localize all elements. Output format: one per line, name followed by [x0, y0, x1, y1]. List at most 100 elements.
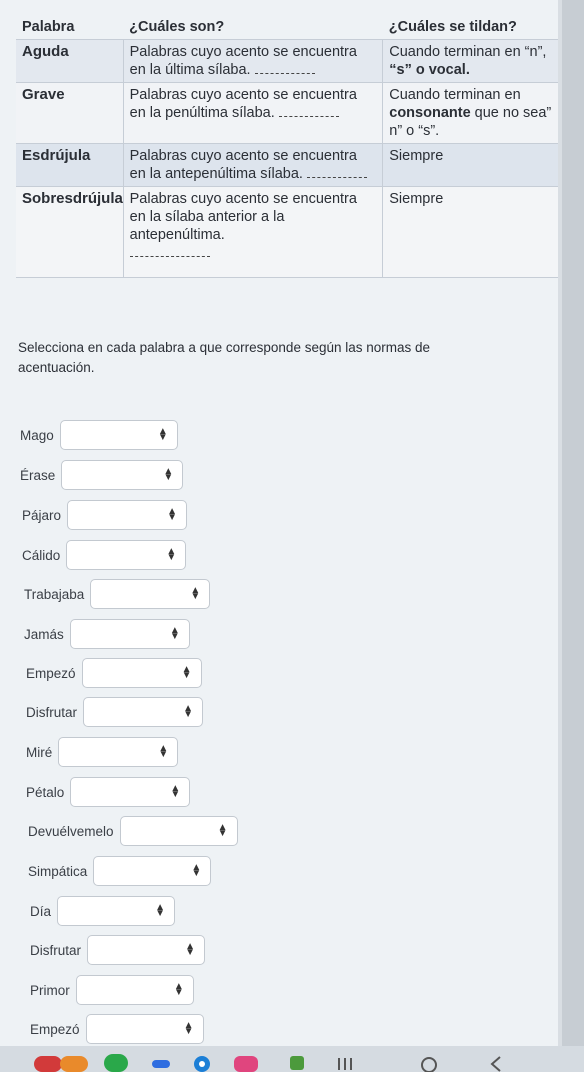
select-arrows-icon: ▲ ▼	[185, 941, 196, 958]
table-header: ¿Cuáles se tildan?	[388, 19, 517, 35]
app-circle-icon[interactable]	[190, 1054, 218, 1072]
question-disfrutar: Disfrutar ▲ ▼	[26, 697, 204, 727]
select-arrows-icon: ▲ ▼	[158, 743, 169, 760]
app-pink-icon[interactable]	[234, 1054, 262, 1072]
rule-word: Grave	[16, 82, 124, 144]
question-primor: Primor ▲ ▼	[30, 975, 194, 1005]
question-jamas: Jamás ▲ ▼	[24, 619, 190, 649]
app-blue-dot-icon[interactable]	[148, 1054, 176, 1072]
answer-select[interactable]: ▲ ▼	[69, 619, 190, 649]
back-icon[interactable]	[486, 1054, 506, 1072]
answer-select[interactable]: ▲ ▼	[93, 856, 212, 886]
rule-description: Palabras cuyo acento se encuentra en la …	[122, 39, 383, 83]
question-label: Día	[30, 903, 52, 919]
question-empezo-2: Empezó ▲ ▼	[30, 1014, 204, 1044]
question-label: Disfrutar	[26, 704, 78, 720]
question-label: Trabajaba	[24, 586, 85, 602]
page: Palabra ¿Cuáles son? ¿Cuáles se tildan? …	[0, 0, 560, 1060]
table-row: Aguda Palabras cuyo acento se encuentra …	[16, 39, 560, 83]
table-header: ¿Cuáles son?	[129, 19, 225, 35]
taskbar	[0, 1046, 584, 1072]
rule-description: Palabras cuyo acento se encuentra en la …	[122, 143, 383, 187]
syllable-blanks	[278, 108, 339, 117]
answer-select[interactable]: ▲ ▼	[75, 975, 194, 1005]
syllable-blanks	[306, 169, 367, 178]
rule-description: Palabras cuyo acento se encuentra en la …	[122, 186, 383, 278]
question-trabajaba: Trabajaba ▲ ▼	[24, 579, 211, 609]
app-green-icon[interactable]	[104, 1054, 132, 1072]
app-orange-icon[interactable]	[60, 1054, 90, 1072]
app-lock-icon[interactable]	[288, 1054, 308, 1072]
home-icon[interactable]	[418, 1054, 440, 1072]
question-erase: Érase ▲ ▼	[20, 460, 184, 490]
table-row: Sobresdrújula Palabras cuyo acento se en…	[16, 186, 560, 278]
select-arrows-icon: ▲ ▼	[191, 862, 202, 879]
rule-accent: Siempre	[382, 186, 560, 278]
question-label: Devuélvemelo	[28, 823, 114, 839]
question-pajaro: Pájaro ▲ ▼	[22, 500, 188, 530]
question-mago: Mago ▲ ▼	[20, 420, 178, 450]
select-arrows-icon: ▲ ▼	[190, 585, 201, 602]
instructions-text: Selecciona en cada palabra a que corresp…	[18, 340, 431, 375]
question-label: Pétalo	[26, 784, 65, 800]
table-row: Esdrújula Palabras cuyo acento se encuen…	[16, 143, 560, 187]
answer-select[interactable]: ▲ ▼	[90, 579, 211, 609]
question-calido: Cálido ▲ ▼	[22, 540, 187, 570]
table-header-row: Palabra ¿Cuáles son? ¿Cuáles se tildan?	[16, 12, 560, 40]
question-disfrutar-2: Disfrutar ▲ ▼	[30, 935, 206, 965]
table-row: Grave Palabras cuyo acento se encuentra …	[16, 82, 560, 144]
recents-icon[interactable]	[336, 1054, 356, 1072]
rule-word: Aguda	[16, 39, 124, 83]
question-mire: Miré ▲ ▼	[26, 737, 179, 767]
select-arrows-icon: ▲ ▼	[157, 426, 168, 443]
answer-select[interactable]: ▲ ▼	[85, 1014, 204, 1044]
device-bezel	[562, 0, 584, 1072]
question-label: Érase	[20, 467, 56, 483]
select-arrows-icon: ▲ ▼	[181, 664, 192, 681]
question-dia: Día ▲ ▼	[30, 896, 176, 926]
question-label: Empezó	[30, 1021, 80, 1037]
select-arrows-icon: ▲ ▼	[163, 466, 174, 483]
answer-select[interactable]: ▲ ▼	[66, 540, 187, 570]
question-simpatica: Simpática ▲ ▼	[28, 856, 212, 886]
table-header: Palabra	[22, 19, 75, 35]
select-arrows-icon: ▲ ▼	[155, 902, 166, 919]
question-label: Disfrutar	[30, 942, 82, 958]
question-label: Mago	[20, 427, 54, 443]
select-arrows-icon: ▲ ▼	[183, 1020, 194, 1037]
question-label: Simpática	[28, 863, 88, 879]
question-label: Primor	[30, 982, 70, 998]
answer-select[interactable]: ▲ ▼	[81, 658, 202, 688]
answer-select[interactable]: ▲ ▼	[59, 420, 178, 450]
syllable-blanks	[254, 65, 315, 74]
select-arrows-icon: ▲ ▼	[217, 822, 228, 839]
rule-description: Palabras cuyo acento se encuentra en la …	[122, 82, 383, 144]
rule-word: Sobresdrújula	[16, 186, 124, 278]
select-arrows-icon: ▲ ▼	[173, 981, 184, 998]
accentuation-rules-table: Palabra ¿Cuáles son? ¿Cuáles se tildan? …	[16, 12, 560, 278]
select-arrows-icon: ▲ ▼	[183, 703, 194, 720]
select-arrows-icon: ▲ ▼	[166, 546, 177, 563]
answer-select[interactable]: ▲ ▼	[57, 896, 176, 926]
syllable-blanks	[129, 248, 210, 257]
question-label: Empezó	[26, 665, 76, 681]
question-petalo: Pétalo ▲ ▼	[26, 777, 191, 807]
select-arrows-icon: ▲ ▼	[167, 506, 178, 523]
rule-accent: Cuando terminan en “n”, “s” o vocal.	[382, 39, 560, 83]
rule-accent: Siempre	[382, 143, 560, 187]
question-label: Pájaro	[22, 507, 62, 523]
answer-select[interactable]: ▲ ▼	[70, 777, 191, 807]
answer-select[interactable]: ▲ ▼	[67, 500, 188, 530]
select-arrows-icon: ▲ ▼	[169, 625, 180, 642]
question-empezo: Empezó ▲ ▼	[26, 658, 202, 688]
answer-select[interactable]: ▲ ▼	[58, 737, 179, 767]
answer-select[interactable]: ▲ ▼	[61, 460, 184, 490]
answer-select[interactable]: ▲ ▼	[119, 816, 238, 846]
answer-select[interactable]: ▲ ▼	[87, 935, 206, 965]
question-devuelvemelo: Devuélvemelo ▲ ▼	[28, 816, 238, 846]
question-label: Miré	[26, 744, 53, 760]
answer-select[interactable]: ▲ ▼	[83, 697, 204, 727]
select-arrows-icon: ▲ ▼	[170, 783, 181, 800]
rule-accent: Cuando terminan en consonante que no sea…	[382, 82, 560, 144]
question-label: Jamás	[24, 626, 64, 642]
